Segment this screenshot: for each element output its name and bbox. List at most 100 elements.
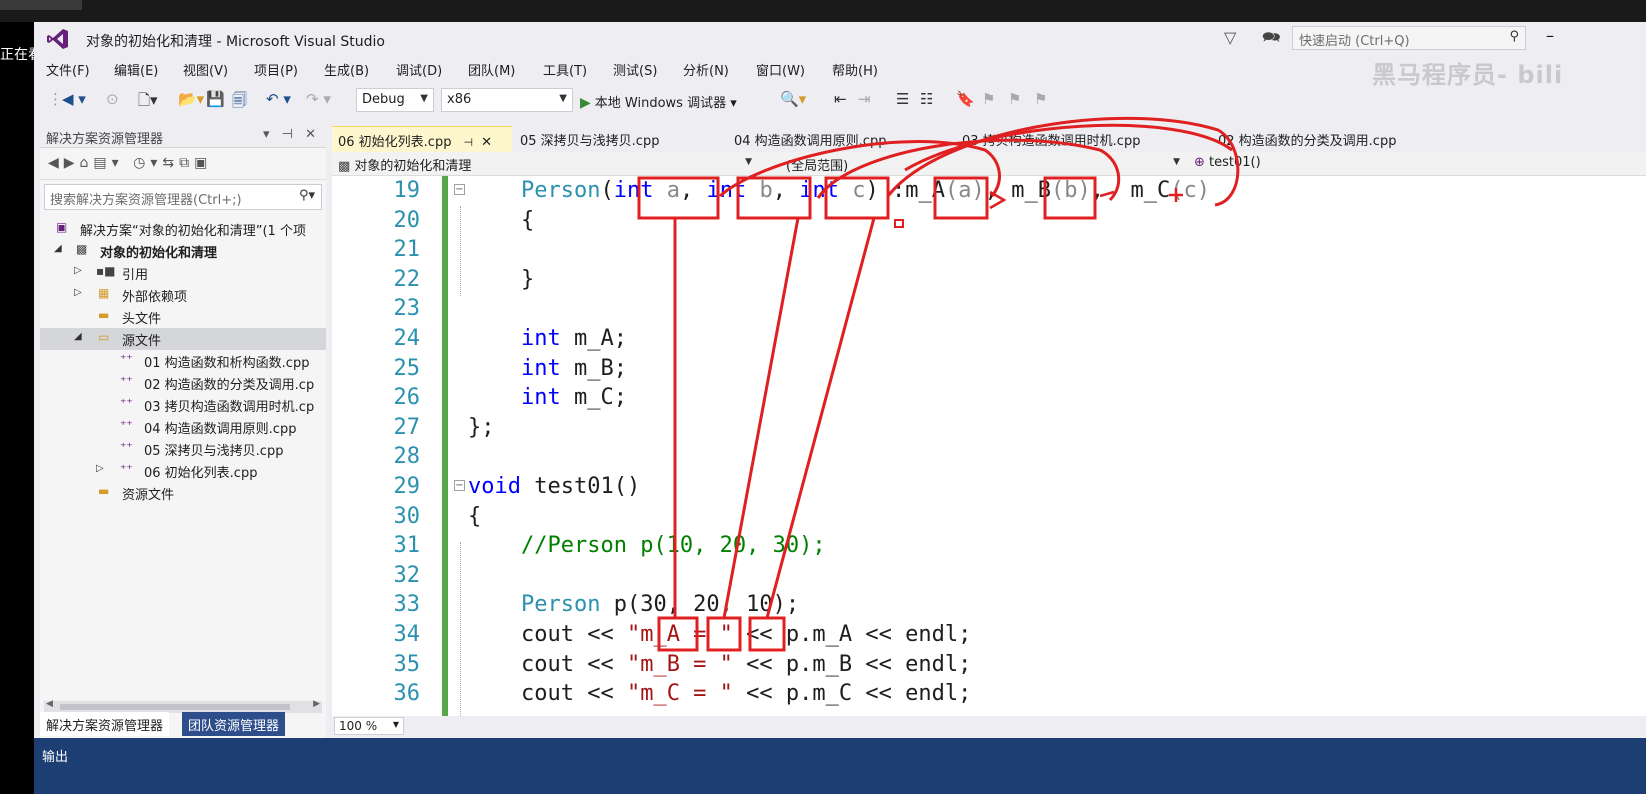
start-debugging-button[interactable]: ▶ 本地 Windows 调试器 ▾ [580, 92, 737, 111]
code-line[interactable]: 29 − void test01() [332, 472, 1646, 502]
tree-item-external-deps[interactable]: ▷ ▦ 外部依赖项 [40, 284, 326, 306]
tree-item-file[interactable]: ⁺⁺ 04 构造函数调用原则.cpp [40, 416, 326, 438]
next-bookmark-icon[interactable]: ⚑ [1008, 90, 1021, 108]
code-line[interactable]: 21 [332, 235, 1646, 265]
solution-search-input[interactable]: 搜索解决方案资源管理器(Ctrl+;) ⚲▾ [44, 184, 322, 210]
tree-item-project[interactable]: ◢ ▩ 对象的初始化和清理 [40, 240, 326, 262]
toolbar: ⋮ ◀ ▾ ⊙ 🗋▾ 📂▾ 💾 🗐 ↶ ▾ ↷ ▾ Debug ▼ x86 ▼ ▶ 本… [34, 84, 1646, 116]
comment-out-icon[interactable]: ☰ [896, 90, 909, 108]
notification-filter-icon[interactable]: ▽ [1224, 28, 1236, 47]
menu-debug[interactable]: 调试(D) [396, 60, 442, 79]
references-icon: ▪■ [96, 264, 116, 278]
code-line[interactable]: 23 [332, 294, 1646, 324]
prev-bookmark-icon[interactable]: ⚑ [982, 90, 995, 108]
code-line[interactable]: 27}; [332, 413, 1646, 443]
menu-project[interactable]: 项目(P) [254, 60, 298, 79]
code-line[interactable]: 30 { [332, 502, 1646, 532]
menu-view[interactable]: 视图(V) [183, 60, 228, 79]
find-in-files-icon[interactable]: 🔍▾ [780, 90, 806, 108]
solution-platform-select[interactable]: x86 ▼ [441, 88, 573, 112]
output-label[interactable]: 输出 [42, 746, 68, 765]
menu-build[interactable]: 生成(B) [324, 60, 369, 79]
tab-solution-explorer[interactable]: 解决方案资源管理器 [40, 712, 170, 736]
feedback-icon[interactable]: 🗪 [1262, 27, 1281, 52]
fold-toggle-icon[interactable]: − [454, 184, 465, 195]
undo-icon[interactable]: ↶ ▾ [266, 90, 291, 108]
zoom-select[interactable]: 100 % ▼ [334, 717, 404, 735]
code-text: int m_A; [468, 326, 627, 351]
code-line[interactable]: 33 Person p(30, 20, 10); [332, 590, 1646, 620]
tab-02-ctor-types[interactable]: 02 构造函数的分类及调用.cpp [1212, 126, 1402, 152]
project-icon: ▩ [76, 242, 88, 256]
save-all-icon[interactable]: 🗐 [232, 90, 247, 115]
menu-window[interactable]: 窗口(W) [756, 60, 805, 79]
tree-item-references[interactable]: ▷ ▪■ 引用 [40, 262, 326, 284]
tree-item-resources[interactable]: ▬ 资源文件 [40, 482, 326, 504]
code-text: Person p(30, 20, 10); [468, 592, 799, 617]
uncomment-icon[interactable]: ☷ [920, 90, 933, 108]
code-line[interactable]: 28 [332, 442, 1646, 472]
bookmark-icon[interactable]: 🔖 [956, 90, 975, 108]
solution-explorer-toolbar[interactable]: ◀▶⌂▤▾ ◷▾⇆⧉▣ [40, 150, 326, 180]
code-line[interactable]: 24 int m_A; [332, 324, 1646, 354]
chevron-down-icon: ▼ [392, 720, 399, 729]
member-nav-select[interactable]: ⊕ test01() [1190, 154, 1646, 174]
solution-config-select[interactable]: Debug ▼ [356, 88, 434, 112]
tree-item-sources[interactable]: ◢ ▭ 源文件 [40, 328, 326, 350]
tree-item-file[interactable]: ▷ ⁺⁺ 06 初始化列表.cpp [40, 460, 326, 482]
panel-controls[interactable]: ▾ ⊣ ✕ [263, 127, 320, 142]
menu-test[interactable]: 测试(S) [613, 60, 657, 79]
expanded-arrow-icon: ◢ [74, 331, 82, 342]
line-number: 23 [393, 296, 421, 322]
code-line[interactable]: 32 [332, 561, 1646, 591]
quick-launch-input[interactable]: 快速启动 (Ctrl+Q) ⚲ [1292, 26, 1526, 50]
scroll-thumb[interactable] [60, 704, 290, 710]
indent-icon[interactable]: ⇥ [858, 90, 871, 108]
menu-analyze[interactable]: 分析(N) [683, 60, 729, 79]
menu-help[interactable]: 帮助(H) [832, 60, 878, 79]
tree-item-file[interactable]: ⁺⁺ 01 构造函数和析构函数.cpp [40, 350, 326, 372]
tab-03-copy-ctor[interactable]: 03 拷贝构造函数调用时机.cpp [956, 126, 1146, 152]
save-icon[interactable]: 💾 [206, 90, 225, 108]
close-icon[interactable]: ✕ [481, 135, 492, 150]
clear-bookmarks-icon[interactable]: ⚑ [1034, 90, 1047, 108]
back-icon[interactable]: ◀ ▾ [62, 90, 86, 108]
project-nav-select[interactable]: ▩ 对象的初始化和清理 ▼ [334, 154, 758, 174]
code-editor[interactable]: 19− Person(int a, int b, int c) :m_A(a),… [332, 176, 1646, 716]
code-line[interactable]: 35 cout << "m_B = " << p.m_B << endl; [332, 650, 1646, 680]
code-line[interactable]: 25 int m_B; [332, 354, 1646, 384]
tree-item-headers[interactable]: ▬ 头文件 [40, 306, 326, 328]
forward-icon[interactable]: ⊙ [106, 90, 119, 108]
code-line[interactable]: 31 //Person p(10, 20, 30); [332, 531, 1646, 561]
code-line[interactable]: 22 } [332, 265, 1646, 295]
menu-file[interactable]: 文件(F) [46, 60, 90, 79]
pin-icon[interactable]: ⊣ [463, 136, 473, 149]
tab-06-init-list[interactable]: 06 初始化列表.cpp ⊣ ✕ [332, 126, 512, 152]
code-line[interactable]: 34 cout << "m_A = " << p.m_A << endl; [332, 620, 1646, 650]
fold-toggle-icon[interactable]: − [454, 480, 465, 491]
scope-nav-select[interactable]: (全局范围) ▼ [762, 154, 1186, 174]
code-token: m_B; [560, 355, 627, 381]
open-folder-icon[interactable]: 📂▾ [178, 90, 204, 108]
tab-team-explorer[interactable]: 团队资源管理器 [182, 712, 286, 736]
menu-edit[interactable]: 编辑(E) [114, 60, 158, 79]
outdent-icon[interactable]: ⇤ [834, 90, 847, 108]
new-project-icon[interactable]: 🗋▾ [138, 90, 158, 115]
minimize-button[interactable]: – [1546, 26, 1554, 45]
tab-05-copy[interactable]: 05 深拷贝与浅拷贝.cpp [514, 126, 665, 152]
tree-item-file[interactable]: ⁺⁺ 03 拷贝构造函数调用时机.cp [40, 394, 326, 416]
code-text: void test01() [468, 474, 640, 499]
menu-team[interactable]: 团队(M) [468, 60, 515, 79]
tab-04-ctor-rules[interactable]: 04 构造函数调用原则.cpp [728, 126, 892, 152]
code-line[interactable]: 26 int m_C; [332, 383, 1646, 413]
redo-icon[interactable]: ↷ ▾ [306, 90, 331, 108]
tree-item-solution[interactable]: ▣ 解决方案“对象的初始化和清理”(1 个项 [40, 218, 326, 240]
code-line[interactable]: 36 cout << "m_C = " << p.m_C << endl; [332, 679, 1646, 709]
code-line[interactable]: 19− Person(int a, int b, int c) :m_A(a),… [332, 176, 1646, 206]
tree-item-file[interactable]: ⁺⁺ 05 深拷贝与浅拷贝.cpp [40, 438, 326, 460]
line-number: 22 [393, 266, 421, 292]
menu-tools[interactable]: 工具(T) [543, 60, 587, 79]
code-token: test01() [520, 474, 641, 499]
tree-item-file[interactable]: ⁺⁺ 02 构造函数的分类及调用.cp [40, 372, 326, 394]
code-line[interactable]: 20 { [332, 206, 1646, 236]
